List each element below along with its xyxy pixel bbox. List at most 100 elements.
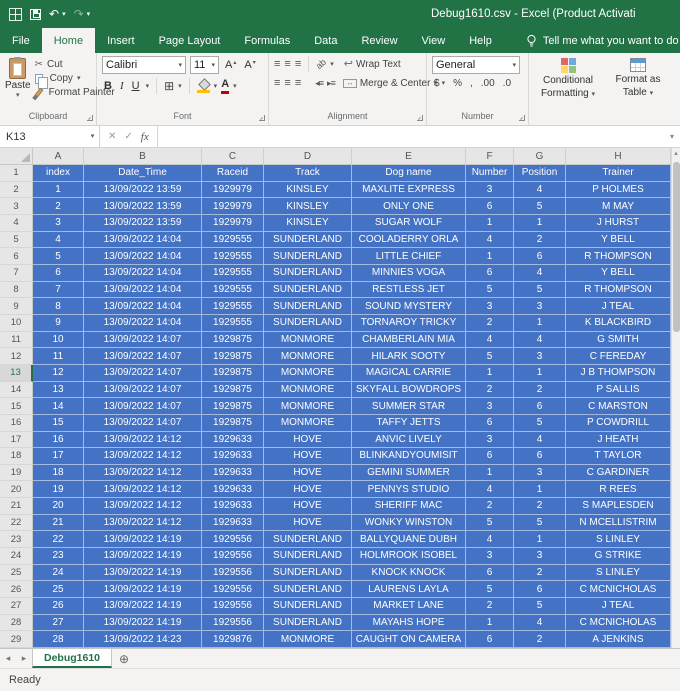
orientation-dropdown-icon[interactable]: ▾: [330, 61, 334, 68]
cell-C2[interactable]: 1929979: [202, 181, 264, 199]
cell-H20[interactable]: R REES: [566, 481, 671, 499]
cell-C20[interactable]: 1929633: [202, 481, 264, 499]
cell-E10[interactable]: TORNAROY TRICKY: [352, 314, 466, 332]
cell-E1[interactable]: Dog name: [352, 165, 466, 182]
cell-A13[interactable]: 12: [33, 364, 84, 382]
cell-H8[interactable]: R THOMPSON: [566, 281, 671, 299]
cell-E26[interactable]: LAURENS LAYLA: [352, 581, 466, 599]
cell-F23[interactable]: 4: [466, 531, 514, 549]
cell-E20[interactable]: PENNYS STUDIO: [352, 481, 466, 499]
cell-B28[interactable]: 13/09/2022 14:19: [84, 614, 202, 632]
scrollbar-thumb[interactable]: [673, 162, 680, 332]
cell-A16[interactable]: 15: [33, 414, 84, 432]
new-sheet-button[interactable]: ⊕: [112, 649, 136, 668]
cell-D6[interactable]: SUNDERLAND: [264, 248, 352, 265]
cell-C17[interactable]: 1929633: [202, 431, 264, 449]
cell-B24[interactable]: 13/09/2022 14:19: [84, 548, 202, 565]
ribbon-tab-view[interactable]: View: [410, 28, 458, 53]
cell-A24[interactable]: 23: [33, 548, 84, 565]
cell-D10[interactable]: SUNDERLAND: [264, 314, 352, 332]
ribbon-tab-formulas[interactable]: Formulas: [232, 28, 302, 53]
decrease-decimal-button[interactable]: .0: [503, 78, 511, 89]
underline-button[interactable]: U: [130, 80, 142, 92]
save-icon[interactable]: [30, 8, 41, 20]
cell-D3[interactable]: KINSLEY: [264, 198, 352, 215]
cell-B12[interactable]: 13/09/2022 14:07: [84, 348, 202, 365]
fill-color-icon[interactable]: [196, 79, 210, 93]
cell-G15[interactable]: 6: [514, 398, 566, 415]
cell-G11[interactable]: 4: [514, 331, 566, 349]
cell-F16[interactable]: 6: [466, 414, 514, 432]
cell-G19[interactable]: 3: [514, 464, 566, 482]
row-header-9[interactable]: 9: [0, 298, 33, 315]
cell-D20[interactable]: HOVE: [264, 481, 352, 499]
cell-C25[interactable]: 1929556: [202, 564, 264, 582]
cell-B3[interactable]: 13/09/2022 13:59: [84, 198, 202, 215]
cell-A26[interactable]: 25: [33, 581, 84, 599]
number-dialog-launcher[interactable]: [519, 115, 525, 121]
cell-F17[interactable]: 3: [466, 431, 514, 449]
percent-button[interactable]: %: [453, 78, 462, 89]
cell-E24[interactable]: HOLMROOK ISOBEL: [352, 548, 466, 565]
cell-H23[interactable]: S LINLEY: [566, 531, 671, 549]
cell-H16[interactable]: P COWDRILL: [566, 414, 671, 432]
cell-B5[interactable]: 13/09/2022 14:04: [84, 231, 202, 249]
cell-E15[interactable]: SUMMER STAR: [352, 398, 466, 415]
underline-dropdown-icon[interactable]: ▾: [146, 83, 150, 90]
cell-D2[interactable]: KINSLEY: [264, 181, 352, 199]
align-bottom-icon[interactable]: ≡: [295, 58, 301, 70]
cell-B16[interactable]: 13/09/2022 14:07: [84, 414, 202, 432]
cell-D16[interactable]: MONMORE: [264, 414, 352, 432]
ribbon-tab-insert[interactable]: Insert: [95, 28, 147, 53]
cell-D17[interactable]: HOVE: [264, 431, 352, 449]
vertical-scrollbar[interactable]: ▲: [671, 148, 680, 648]
cell-C21[interactable]: 1929633: [202, 498, 264, 515]
row-header-20[interactable]: 20: [0, 481, 33, 499]
copy-dropdown-icon[interactable]: ▾: [77, 75, 81, 82]
undo-icon[interactable]: ↶: [49, 8, 59, 20]
cell-D1[interactable]: Track: [264, 165, 352, 182]
cell-B6[interactable]: 13/09/2022 14:04: [84, 248, 202, 265]
cell-E21[interactable]: SHERIFF MAC: [352, 498, 466, 515]
cell-G7[interactable]: 4: [514, 264, 566, 282]
cell-B22[interactable]: 13/09/2022 14:12: [84, 514, 202, 532]
cell-G9[interactable]: 3: [514, 298, 566, 315]
cell-B4[interactable]: 13/09/2022 13:59: [84, 214, 202, 232]
cell-G8[interactable]: 5: [514, 281, 566, 299]
cell-B9[interactable]: 13/09/2022 14:04: [84, 298, 202, 315]
align-right-icon[interactable]: ≡: [295, 77, 301, 89]
cell-B26[interactable]: 13/09/2022 14:19: [84, 581, 202, 599]
cell-B17[interactable]: 13/09/2022 14:12: [84, 431, 202, 449]
cell-G6[interactable]: 6: [514, 248, 566, 265]
cell-H1[interactable]: Trainer: [566, 165, 671, 182]
cell-F20[interactable]: 4: [466, 481, 514, 499]
decrease-indent-icon[interactable]: ◂≡: [315, 78, 324, 89]
enter-icon[interactable]: ✓: [124, 131, 132, 142]
row-header-21[interactable]: 21: [0, 498, 33, 515]
row-header-15[interactable]: 15: [0, 398, 33, 415]
cell-H26[interactable]: C MCNICHOLAS: [566, 581, 671, 599]
row-header-11[interactable]: 11: [0, 331, 33, 349]
ribbon-tab-page-layout[interactable]: Page Layout: [147, 28, 233, 53]
row-header-28[interactable]: 28: [0, 614, 33, 632]
cell-C28[interactable]: 1929556: [202, 614, 264, 632]
cell-H28[interactable]: C MCNICHOLAS: [566, 614, 671, 632]
cell-E14[interactable]: SKYFALL BOWDROPS: [352, 381, 466, 399]
cell-A15[interactable]: 14: [33, 398, 84, 415]
row-header-3[interactable]: 3: [0, 198, 33, 215]
cell-H15[interactable]: C MARSTON: [566, 398, 671, 415]
cell-F19[interactable]: 1: [466, 464, 514, 482]
cell-E12[interactable]: HILARK SOOTY: [352, 348, 466, 365]
row-header-13[interactable]: 13: [0, 364, 33, 382]
conditional-formatting-button[interactable]: Conditional Formatting ▾: [534, 56, 602, 109]
cell-H5[interactable]: Y BELL: [566, 231, 671, 249]
cell-A4[interactable]: 3: [33, 214, 84, 232]
cell-G25[interactable]: 2: [514, 564, 566, 582]
cell-H19[interactable]: C GARDINER: [566, 464, 671, 482]
sheet-tab-debug1610[interactable]: Debug1610: [32, 649, 113, 668]
cell-H7[interactable]: Y BELL: [566, 264, 671, 282]
cell-H27[interactable]: J TEAL: [566, 598, 671, 615]
formula-input[interactable]: [158, 126, 664, 147]
expand-formula-bar-icon[interactable]: ▾: [664, 126, 680, 147]
orientation-icon[interactable]: ab: [314, 57, 328, 71]
